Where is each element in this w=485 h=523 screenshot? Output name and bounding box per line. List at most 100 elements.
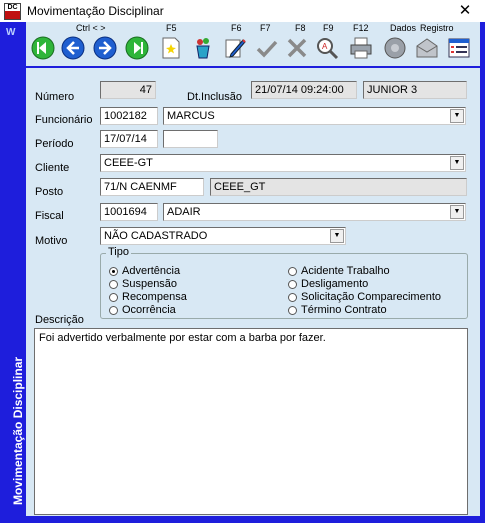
radio-dot[interactable] [109, 305, 118, 315]
radio-dot[interactable] [288, 266, 297, 276]
radio-solicitacao-comparecimento-label: Solicitação Comparecimento [301, 291, 442, 303]
radio-acidente-trabalho[interactable]: Acidente Trabalho [288, 265, 390, 277]
descricao-textarea[interactable]: Foi advertido verbalmente por estar com … [34, 328, 468, 515]
radio-acidente-trabalho-label: Acidente Trabalho [301, 265, 390, 277]
radio-dot-checked[interactable] [109, 266, 118, 276]
dtinclusao-field[interactable]: 21/07/14 09:24:00 [251, 81, 357, 99]
radio-desligamento[interactable]: Desligamento [288, 278, 368, 290]
fkey-f7-label: F7 [260, 23, 271, 33]
confirm-icon [256, 40, 278, 58]
radio-dot[interactable] [288, 305, 297, 315]
mail-button[interactable] [414, 34, 440, 62]
radio-suspensao[interactable]: Suspensão [109, 278, 177, 290]
tipo-label: Tipo [106, 246, 131, 258]
motivo-label: Motivo [35, 235, 68, 247]
periodo-end-field[interactable] [163, 130, 218, 148]
fkey-f9-label: F9 [323, 23, 334, 33]
previous-icon [61, 36, 85, 60]
descricao-label: Descrição [35, 314, 84, 326]
next-record-button[interactable] [92, 34, 118, 62]
first-icon [31, 36, 55, 60]
cliente-combo[interactable]: CEEE-GT ▼ [100, 154, 466, 172]
fiscal-combo[interactable]: ADAIR ▼ [163, 203, 466, 221]
radio-ocorrencia-label: Ocorrência [122, 304, 176, 316]
fkey-ctrl-label: Ctrl < > [76, 23, 106, 33]
numero-field[interactable]: 47 [100, 81, 156, 99]
user-field[interactable]: JUNIOR 3 [363, 81, 467, 99]
side-title: Movimentação Disciplinar [11, 356, 25, 505]
next-icon [93, 36, 117, 60]
fill-icon [196, 38, 210, 59]
radio-dot[interactable] [288, 292, 297, 302]
fkey-f12-label: F12 [353, 23, 369, 33]
register-icon [448, 38, 470, 58]
confirm-button[interactable] [254, 34, 280, 62]
new-icon [162, 37, 180, 59]
numero-label: Número [35, 91, 75, 103]
chevron-down-icon[interactable]: ▼ [450, 205, 464, 219]
radio-dot[interactable] [288, 279, 297, 289]
posto-label: Posto [35, 186, 64, 198]
app-icon-text: DC [7, 4, 18, 11]
first-record-button[interactable] [30, 34, 56, 62]
radio-suspensao-label: Suspensão [122, 278, 178, 290]
radio-advertencia[interactable]: Advertência [109, 265, 180, 277]
close-button[interactable]: ✕ [445, 0, 485, 22]
window-title: Movimentação Disciplinar [27, 4, 164, 18]
fiscal-combo-value: ADAIR [167, 206, 201, 218]
chevron-down-icon[interactable]: ▼ [450, 156, 464, 170]
radio-dot[interactable] [109, 279, 118, 289]
fkey-f5-label: F5 [166, 23, 177, 33]
dtinclusao-label: Dt.Inclusão [187, 91, 243, 103]
radio-advertencia-label: Advertência [122, 265, 181, 277]
chevron-down-icon[interactable]: ▼ [450, 109, 464, 123]
svg-text:A: A [322, 42, 328, 51]
funcionario-code-field[interactable]: 1002182 [100, 107, 158, 125]
edit-button[interactable] [222, 34, 248, 62]
data-icon [384, 37, 406, 59]
last-icon [125, 36, 149, 60]
edit-icon [225, 39, 246, 58]
app-icon: DC [4, 3, 21, 20]
cancel-button[interactable] [284, 34, 310, 62]
search-icon: A [317, 38, 339, 60]
fiscal-code-field[interactable]: 1001694 [100, 203, 158, 221]
last-record-button[interactable] [124, 34, 150, 62]
radio-dot[interactable] [109, 292, 118, 302]
funcionario-combo[interactable]: MARCUS ▼ [163, 107, 466, 125]
fkey-f6-label: F6 [231, 23, 242, 33]
periodo-label: Período [35, 138, 74, 150]
radio-desligamento-label: Desligamento [301, 278, 369, 290]
radio-solicitacao-comparecimento[interactable]: Solicitação Comparecimento [288, 291, 441, 303]
new-record-button[interactable] [158, 34, 184, 62]
register-button[interactable] [446, 34, 472, 62]
radio-termino-contrato-label: Término Contrato [301, 304, 387, 316]
fill-button[interactable] [190, 34, 216, 62]
chevron-down-icon[interactable]: ▼ [330, 229, 344, 243]
side-mark: W [6, 27, 16, 38]
search-button[interactable]: A [314, 34, 340, 62]
fkey-dados-label: Dados [390, 23, 417, 33]
posto-name-field[interactable]: CEEE_GT [210, 178, 467, 196]
fiscal-label: Fiscal [35, 210, 64, 222]
periodo-start-field[interactable]: 17/07/14 [100, 130, 158, 148]
funcionario-label: Funcionário [35, 114, 93, 126]
cliente-combo-value: CEEE-GT [104, 157, 153, 169]
fkey-registro-label: Registro [420, 23, 454, 33]
fkey-f8-label: F8 [295, 23, 306, 33]
motivo-combo-value: NÃO CADASTRADO [104, 230, 208, 242]
previous-record-button[interactable] [60, 34, 86, 62]
cliente-label: Cliente [35, 162, 70, 174]
radio-termino-contrato[interactable]: Término Contrato [288, 304, 387, 316]
radio-recompensa-label: Recompensa [122, 291, 187, 303]
mail-icon [416, 38, 438, 58]
print-button[interactable] [348, 34, 374, 62]
radio-recompensa[interactable]: Recompensa [109, 291, 187, 303]
cancel-icon [287, 38, 307, 58]
print-icon [350, 37, 372, 59]
radio-ocorrencia[interactable]: Ocorrência [109, 304, 176, 316]
data-button[interactable] [382, 34, 408, 62]
motivo-combo[interactable]: NÃO CADASTRADO ▼ [100, 227, 346, 245]
funcionario-combo-value: MARCUS [167, 110, 215, 122]
posto-code-field[interactable]: 71/N CAENMF [100, 178, 204, 196]
